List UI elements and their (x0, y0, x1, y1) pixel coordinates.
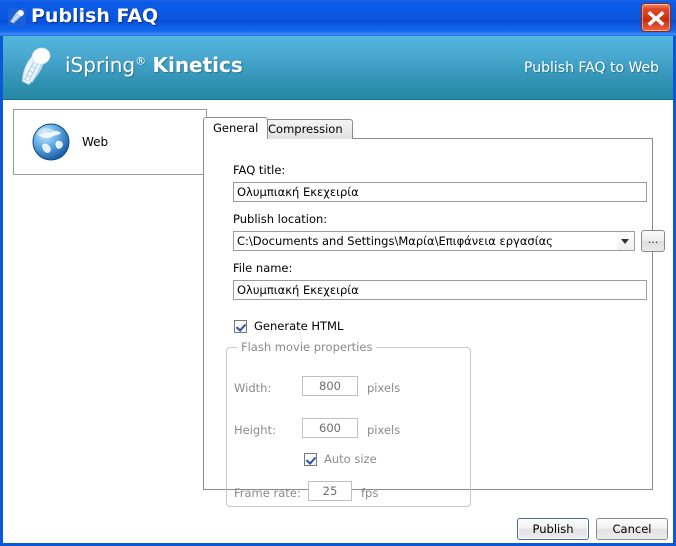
shuttlecock-icon (8, 8, 26, 26)
sidebar-item-label: Web (82, 135, 109, 149)
frame-rate-input[interactable] (308, 481, 352, 501)
brand-wordmark: iSpring® Kinetics (65, 53, 243, 77)
sidebar-item-web[interactable]: Web (13, 109, 207, 175)
file-name-input[interactable] (233, 280, 647, 300)
flash-group-legend: Flash movie properties (237, 340, 377, 354)
dialog-body: Web General Compression FAQ title: Publi… (3, 101, 673, 543)
width-input[interactable] (302, 376, 358, 396)
close-icon[interactable] (641, 3, 671, 32)
frame-rate-label: Frame rate: (234, 486, 301, 500)
tab-general[interactable]: General (203, 117, 269, 139)
publish-faq-dialog: Publish FAQ iSpring® Kinetics Publish FA… (0, 0, 676, 546)
tab-panel-general: FAQ title: Publish location: ... File na… (203, 138, 665, 507)
publish-button[interactable]: Publish (517, 518, 589, 540)
faq-title-input[interactable] (233, 182, 647, 202)
generate-html-label: Generate HTML (254, 319, 344, 333)
banner-caption: Publish FAQ to Web (524, 60, 659, 76)
registered-icon: ® (135, 54, 147, 68)
brand-kinetics: Kinetics (152, 53, 243, 77)
publish-location-label: Publish location: (233, 212, 328, 226)
checkbox-icon (234, 319, 247, 333)
cancel-button[interactable]: Cancel (596, 518, 668, 540)
tab-compression[interactable]: Compression (258, 119, 353, 139)
frame-rate-unit: fps (361, 486, 379, 500)
generate-html-checkbox[interactable]: Generate HTML (234, 319, 343, 333)
width-label: Width: (234, 381, 272, 395)
brand-ispring: iSpring (65, 53, 136, 77)
checkbox-icon (304, 452, 317, 466)
tab-control: General Compression FAQ title: Publish l… (196, 109, 665, 507)
chevron-down-icon[interactable] (617, 231, 635, 251)
window-title: Publish FAQ (31, 5, 159, 27)
height-unit: pixels (367, 423, 401, 437)
auto-size-checkbox[interactable]: Auto size (304, 452, 377, 466)
brand-banner: iSpring® Kinetics Publish FAQ to Web (3, 36, 673, 100)
width-unit: pixels (367, 381, 401, 395)
title-bar: Publish FAQ (0, 0, 676, 36)
height-input[interactable] (302, 418, 358, 438)
globe-icon (30, 121, 72, 163)
publish-location-input[interactable] (233, 231, 617, 251)
shuttlecock-logo (13, 46, 61, 90)
height-label: Height: (234, 423, 276, 437)
file-name-label: File name: (233, 261, 293, 275)
browse-button[interactable]: ... (641, 230, 665, 252)
auto-size-label: Auto size (324, 452, 377, 466)
faq-title-label: FAQ title: (233, 163, 286, 177)
